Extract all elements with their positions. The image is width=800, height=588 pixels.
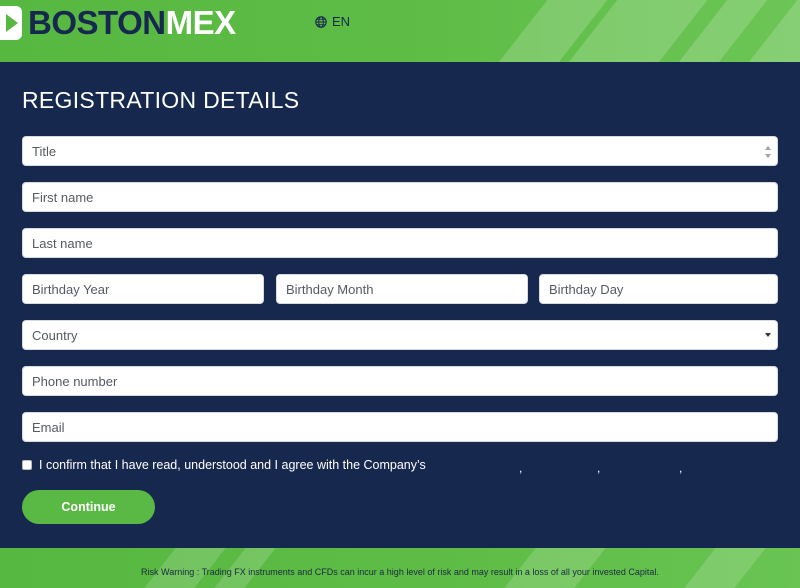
first-name-input[interactable] xyxy=(22,182,778,212)
registration-form: REGISTRATION DETAILS Title Country I con… xyxy=(0,62,800,548)
language-code: EN xyxy=(332,14,351,29)
country-select-value: Country xyxy=(32,327,78,343)
brand-wordmark-part2: MEX xyxy=(165,4,237,41)
birthday-month-input[interactable] xyxy=(276,274,528,304)
last-name-input[interactable] xyxy=(22,228,778,258)
phone-number-input[interactable] xyxy=(22,366,778,396)
title-select-value: Title xyxy=(32,143,57,159)
brand-wordmark: BOSTONMEX xyxy=(28,6,236,40)
site-footer: Risk Warning : Trading FX instruments an… xyxy=(0,548,800,588)
country-select[interactable]: Country xyxy=(22,320,778,350)
site-header: BOSTONMEX EN xyxy=(0,0,800,62)
consent-separator: , xyxy=(597,461,601,475)
page-title: REGISTRATION DETAILS xyxy=(22,87,300,113)
logo-mark-icon xyxy=(0,6,28,40)
consent-checkbox[interactable] xyxy=(22,460,32,470)
consent-row: I confirm that I have read, understood a… xyxy=(22,458,426,472)
language-selector[interactable]: EN xyxy=(315,14,350,29)
globe-icon xyxy=(315,15,327,28)
title-select[interactable]: Title xyxy=(22,136,778,166)
chevron-down-icon xyxy=(765,333,771,337)
birthday-year-input[interactable] xyxy=(22,274,264,304)
birthday-day-input[interactable] xyxy=(539,274,778,304)
select-arrows-icon xyxy=(765,146,771,158)
continue-button[interactable]: Continue xyxy=(22,490,155,524)
risk-warning: Risk Warning : Trading FX instruments an… xyxy=(141,567,659,577)
email-input[interactable] xyxy=(22,412,778,442)
consent-text: I confirm that I have read, understood a… xyxy=(39,458,426,472)
brand-wordmark-part1: BOSTON xyxy=(28,4,166,41)
consent-separator: , xyxy=(519,461,523,475)
brand-logo[interactable]: BOSTONMEX xyxy=(0,6,236,40)
consent-separator: , xyxy=(679,461,683,475)
